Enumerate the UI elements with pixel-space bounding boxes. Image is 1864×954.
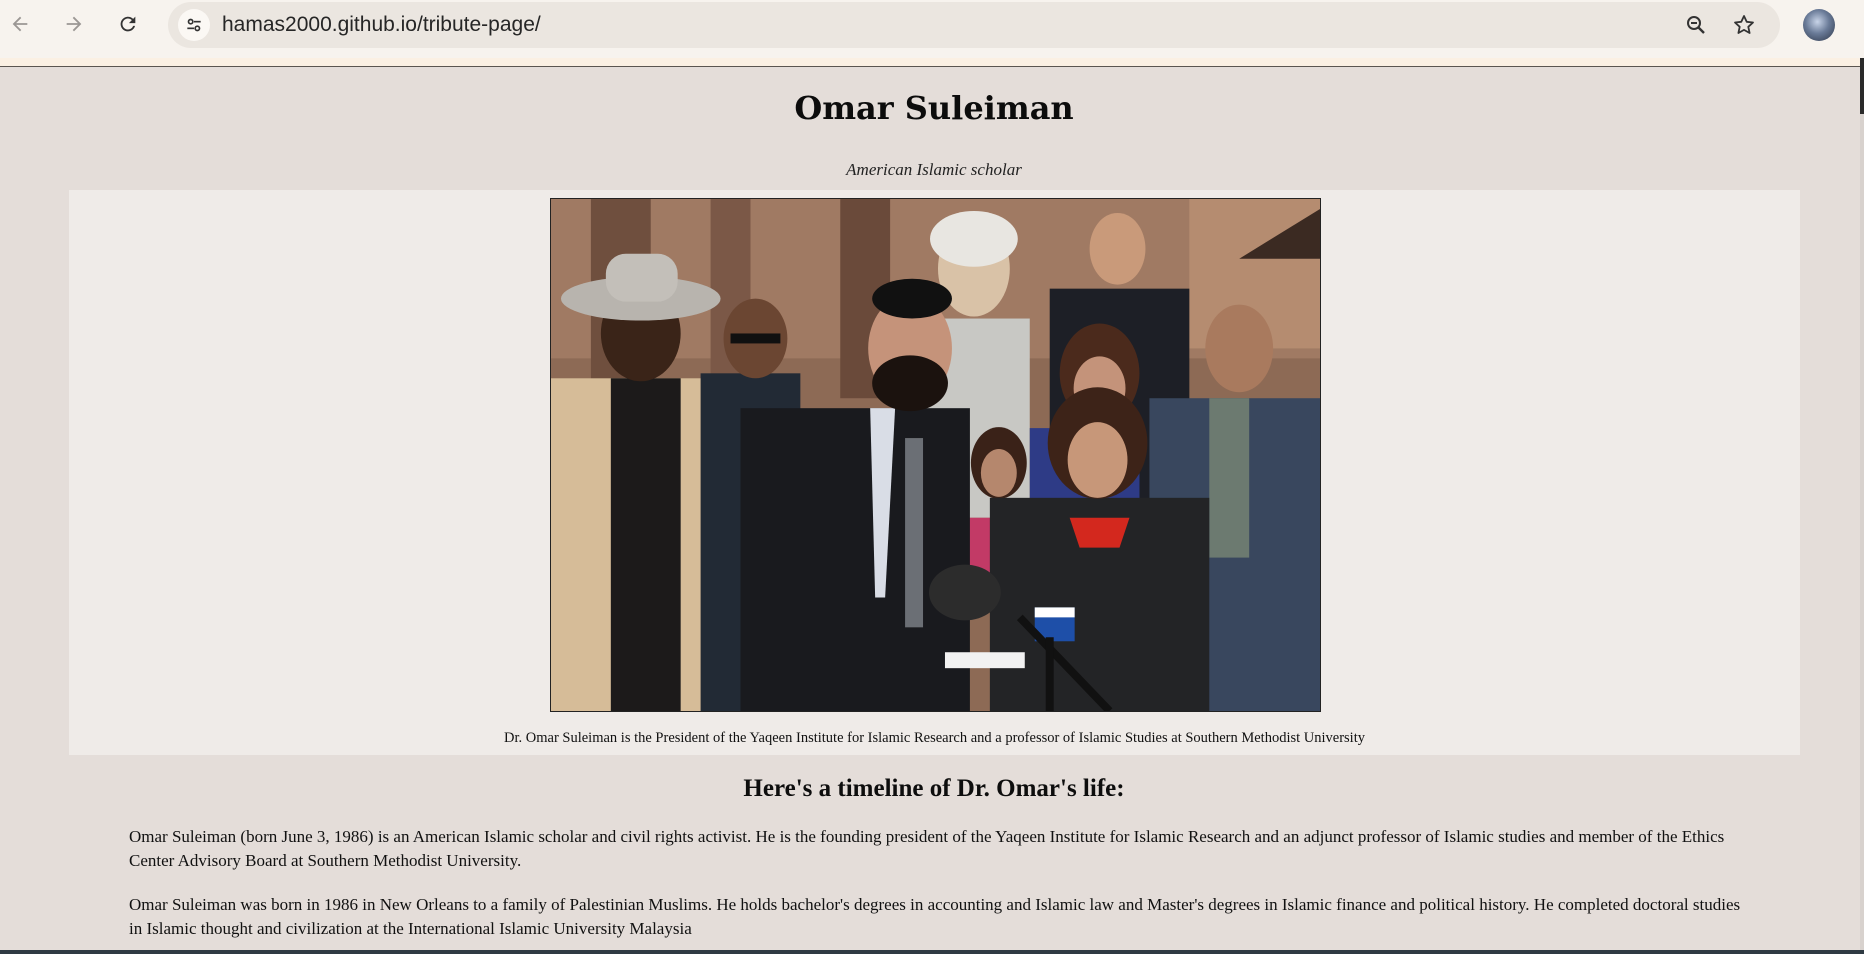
page-scrollbar[interactable] [1860, 58, 1864, 950]
image-caption: Dr. Omar Suleiman is the President of th… [504, 730, 1365, 746]
zoom-button[interactable] [1682, 11, 1710, 39]
tune-icon [187, 18, 201, 32]
press-conference-photo [551, 199, 1320, 711]
reload-icon [120, 16, 136, 32]
browser-toolbar: hamas2000.github.io/tribute-page/ [0, 0, 1864, 66]
zoom-out-icon [1687, 16, 1705, 34]
star-icon [1734, 15, 1754, 34]
site-info-button[interactable] [178, 9, 210, 41]
image-panel: Dr. Omar Suleiman is the President of th… [69, 190, 1800, 755]
url-text[interactable]: hamas2000.github.io/tribute-page/ [222, 13, 541, 37]
address-bar[interactable]: hamas2000.github.io/tribute-page/ [168, 2, 1780, 48]
toolbar-divider [0, 58, 1864, 67]
page-title: Omar Suleiman [794, 89, 1074, 127]
timeline-paragraph: Omar Suleiman (born June 3, 1986) is an … [129, 827, 1725, 870]
timeline-paragraph: Omar Suleiman was born in 1986 in New Or… [129, 895, 1741, 938]
scrollbar-thumb[interactable] [1860, 58, 1864, 114]
page-subtitle: American Islamic scholar [846, 160, 1022, 179]
forward-button[interactable] [57, 7, 91, 41]
arrow-left-icon [12, 16, 28, 32]
tribute-page: Omar Suleiman American Islamic scholar D… [0, 67, 1860, 950]
reload-button[interactable] [111, 7, 145, 41]
window-bottom-edge [0, 950, 1864, 954]
profile-avatar[interactable] [1803, 9, 1835, 41]
bookmark-button[interactable] [1730, 11, 1758, 39]
arrow-right-icon [66, 16, 82, 32]
tribute-image [550, 198, 1321, 712]
timeline-heading: Here's a timeline of Dr. Omar's life: [743, 775, 1125, 802]
back-button[interactable] [3, 7, 37, 41]
